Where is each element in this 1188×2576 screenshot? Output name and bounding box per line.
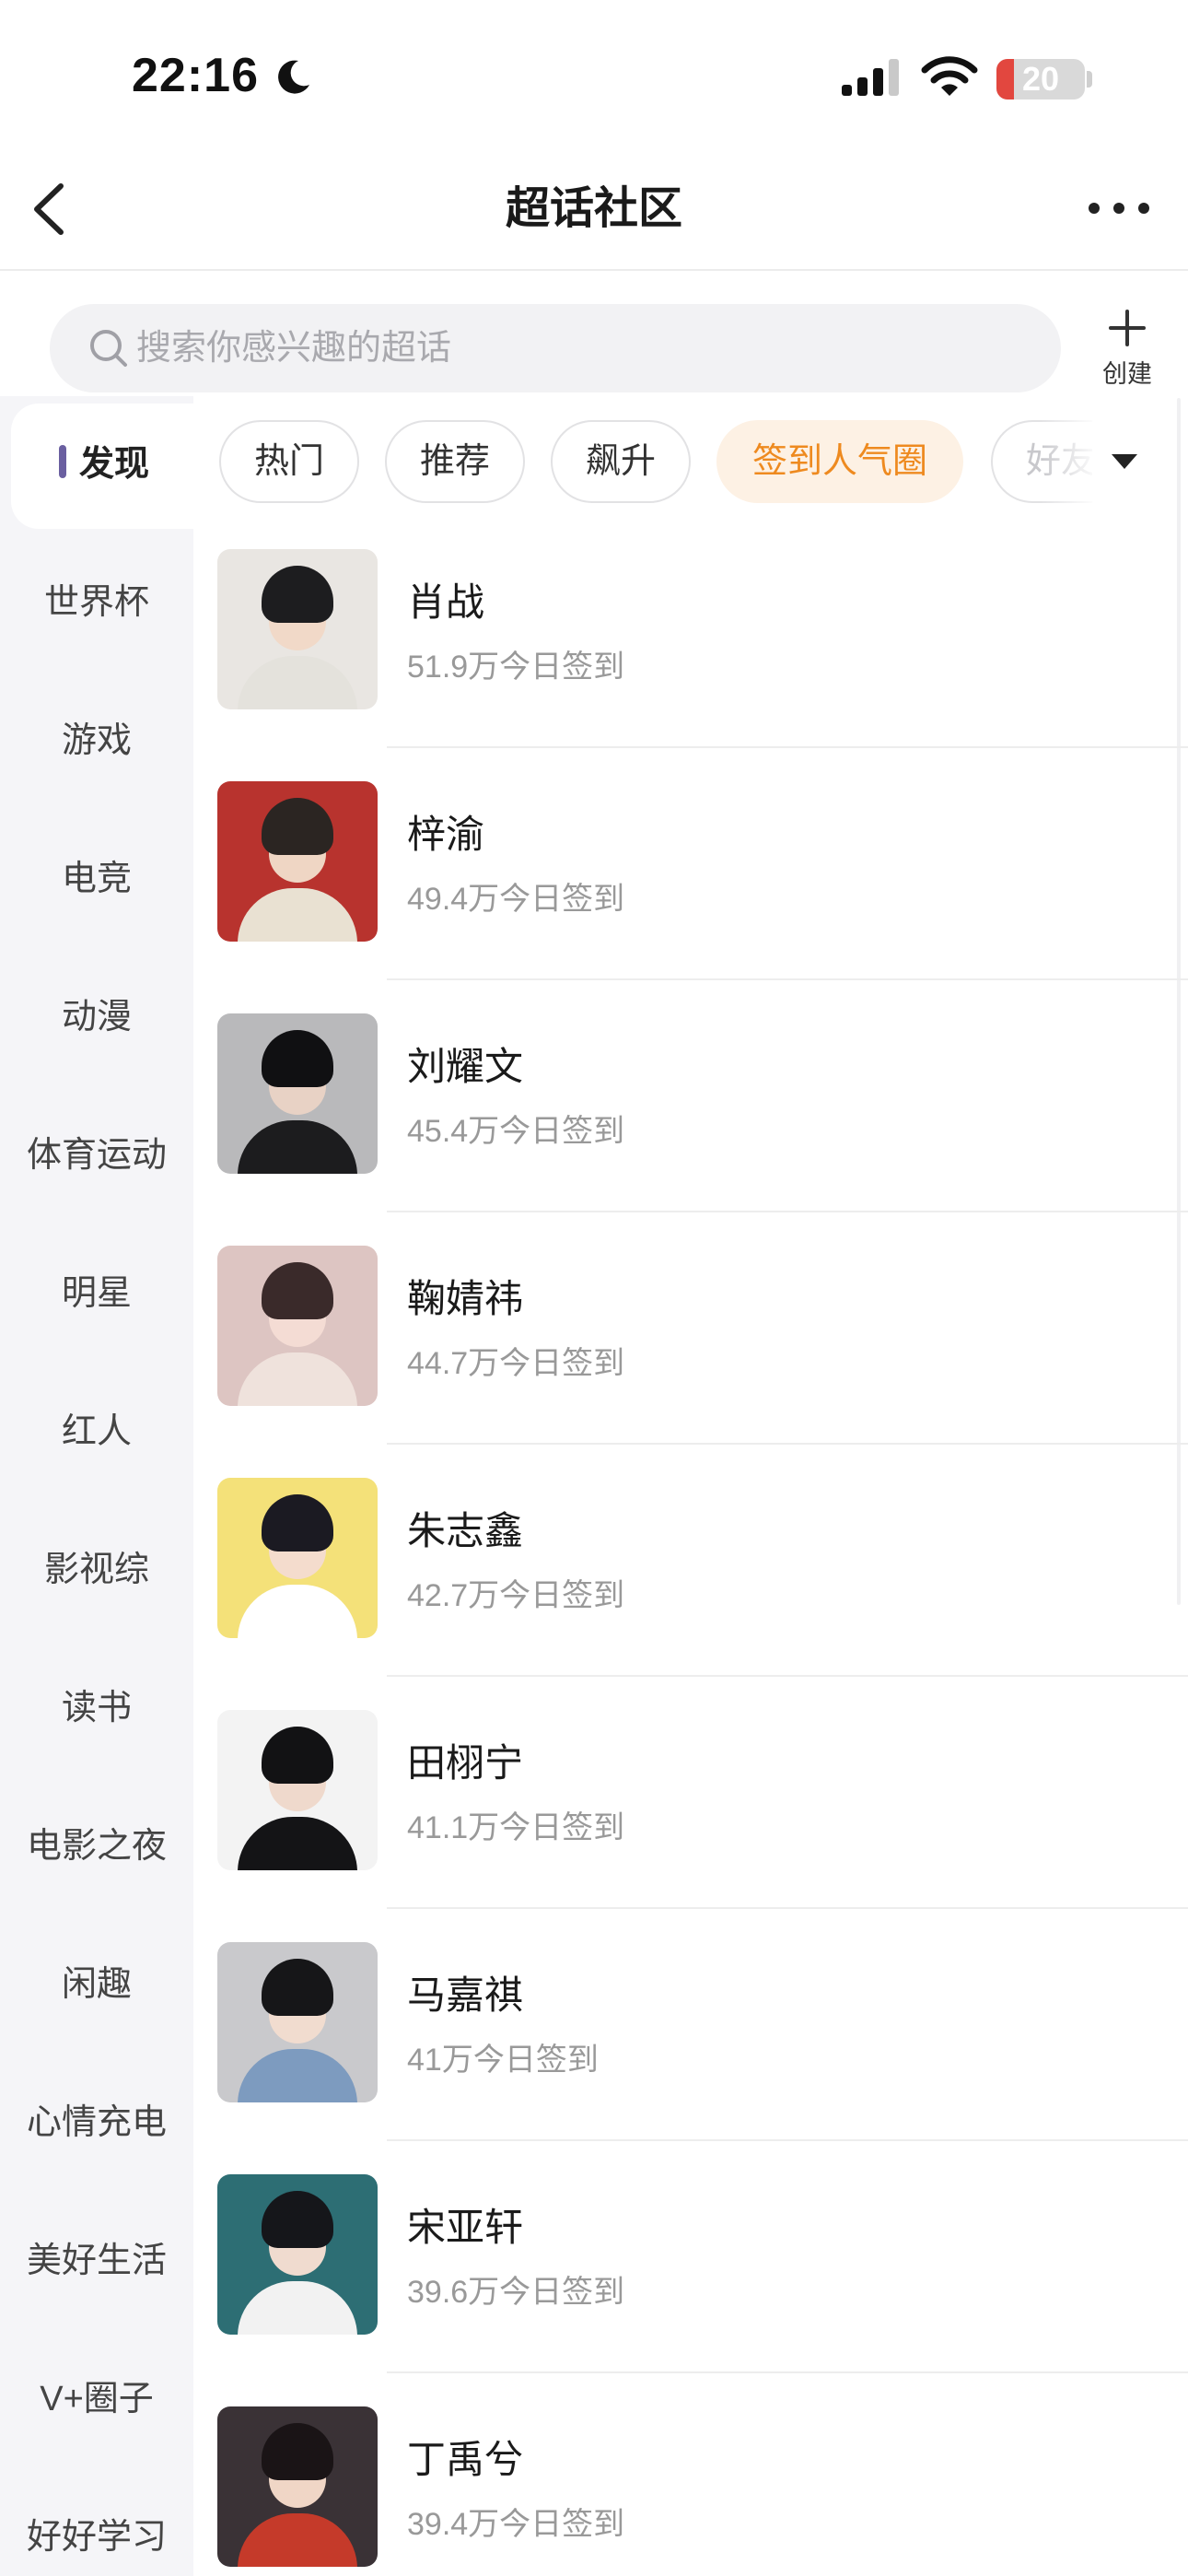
avatar bbox=[217, 1478, 378, 1638]
active-indicator bbox=[59, 445, 66, 478]
sidebar-item[interactable]: 好好学习 bbox=[0, 2508, 193, 2558]
list-item[interactable]: 梓渝 49.4万今日签到 bbox=[214, 781, 1188, 1013]
sidebar-item[interactable]: V+圈子 bbox=[0, 2370, 193, 2420]
divider bbox=[387, 1443, 1188, 1445]
tab-hot[interactable]: 热门 bbox=[219, 420, 359, 503]
avatar bbox=[217, 2174, 378, 2335]
search-box[interactable] bbox=[50, 304, 1061, 392]
list-item[interactable]: 肖战 51.9万今日签到 bbox=[214, 549, 1188, 781]
list-item[interactable]: 鞠婧祎 44.7万今日签到 bbox=[214, 1246, 1188, 1478]
list-item[interactable]: 刘耀文 45.4万今日签到 bbox=[214, 1013, 1188, 1246]
avatar bbox=[217, 1246, 378, 1406]
item-name: 朱志鑫 bbox=[407, 1509, 524, 1552]
wifi-icon bbox=[921, 56, 978, 96]
create-button[interactable]: 创建 bbox=[1089, 304, 1166, 396]
sidebar-item-discover[interactable]: 发现 bbox=[79, 435, 149, 486]
sidebar-item[interactable]: 美好生活 bbox=[0, 2231, 193, 2282]
item-checkin-count: 42.7万今日签到 bbox=[407, 1578, 625, 1613]
tab-checkin-popular[interactable]: 签到人气圈 bbox=[716, 420, 963, 503]
moon-icon bbox=[278, 60, 309, 94]
avatar bbox=[217, 2406, 378, 2567]
item-name: 梓渝 bbox=[407, 813, 485, 856]
list-item[interactable]: 马嘉祺 41万今日签到 bbox=[214, 1942, 1188, 2174]
avatar bbox=[217, 1942, 378, 2102]
sidebar-item[interactable]: 读书 bbox=[0, 1679, 193, 1729]
sidebar-item[interactable]: 红人 bbox=[0, 1402, 193, 1453]
list-item[interactable]: 朱志鑫 42.7万今日签到 bbox=[214, 1478, 1188, 1710]
list-item[interactable]: 宋亚轩 39.6万今日签到 bbox=[214, 2174, 1188, 2406]
search-input[interactable] bbox=[136, 304, 1020, 392]
more-horizontal-icon[interactable] bbox=[1087, 197, 1151, 219]
item-checkin-count: 44.7万今日签到 bbox=[407, 1346, 625, 1381]
sidebar-item[interactable]: 动漫 bbox=[0, 988, 193, 1038]
item-name: 宋亚轩 bbox=[407, 2206, 524, 2249]
item-name: 丁禹兮 bbox=[407, 2438, 524, 2481]
item-checkin-count: 51.9万今日签到 bbox=[407, 650, 625, 685]
item-checkin-count: 41.1万今日签到 bbox=[407, 1810, 625, 1845]
battery-level: 20 bbox=[1021, 60, 1060, 98]
avatar bbox=[217, 549, 378, 709]
item-name: 肖战 bbox=[407, 580, 485, 624]
divider bbox=[387, 1907, 1188, 1909]
sidebar-item[interactable]: 电竞 bbox=[0, 849, 193, 900]
avatar bbox=[217, 1710, 378, 1870]
item-name: 田栩宁 bbox=[407, 1741, 524, 1785]
divider bbox=[387, 746, 1188, 748]
divider bbox=[387, 1211, 1188, 1212]
item-checkin-count: 39.6万今日签到 bbox=[407, 2275, 625, 2310]
page-title: 超话社区 bbox=[505, 184, 682, 233]
sidebar-item[interactable]: 游戏 bbox=[0, 711, 193, 762]
search-icon bbox=[90, 330, 127, 367]
item-checkin-count: 45.4万今日签到 bbox=[407, 1114, 625, 1149]
divider bbox=[387, 2371, 1188, 2373]
status-bar: 22:16 20 bbox=[0, 0, 1188, 147]
plus-icon bbox=[1109, 310, 1146, 346]
sidebar-item[interactable]: 电影之夜 bbox=[0, 1817, 193, 1868]
tab-rising[interactable]: 飙升 bbox=[551, 420, 691, 503]
divider bbox=[387, 2139, 1188, 2141]
sidebar-item[interactable]: 闲趣 bbox=[0, 1955, 193, 2006]
item-checkin-count: 49.4万今日签到 bbox=[407, 882, 625, 917]
sidebar-item[interactable]: 体育运动 bbox=[0, 1126, 193, 1177]
item-checkin-count: 41万今日签到 bbox=[407, 2043, 599, 2078]
item-name: 马嘉祺 bbox=[407, 1973, 524, 2017]
status-time: 22:16 bbox=[132, 49, 259, 102]
create-label: 创建 bbox=[1102, 360, 1152, 388]
item-name: 刘耀文 bbox=[407, 1045, 524, 1088]
divider bbox=[387, 1675, 1188, 1677]
list-item[interactable]: 田栩宁 41.1万今日签到 bbox=[214, 1710, 1188, 1942]
sidebar-item[interactable]: 明星 bbox=[0, 1264, 193, 1315]
list-item[interactable]: 丁禹兮 39.4万今日签到 bbox=[214, 2406, 1188, 2576]
item-checkin-count: 39.4万今日签到 bbox=[407, 2507, 625, 2542]
tab-recommend[interactable]: 推荐 bbox=[385, 420, 525, 503]
chevron-down-icon[interactable] bbox=[1109, 451, 1140, 472]
avatar bbox=[217, 1013, 378, 1174]
sidebar-item[interactable]: 影视综 bbox=[0, 1540, 193, 1591]
avatar bbox=[217, 781, 378, 942]
battery-icon: 20 bbox=[996, 59, 1085, 100]
item-name: 鞠婧祎 bbox=[407, 1277, 524, 1320]
sidebar-item[interactable]: 心情充电 bbox=[0, 2093, 193, 2144]
battery-cap bbox=[1087, 71, 1092, 88]
chevron-left-icon[interactable] bbox=[28, 181, 72, 238]
divider bbox=[387, 978, 1188, 980]
nav-bar: 超话社区 bbox=[0, 147, 1188, 271]
signal-icon bbox=[842, 59, 899, 96]
sidebar-item[interactable]: 世界杯 bbox=[0, 573, 193, 624]
